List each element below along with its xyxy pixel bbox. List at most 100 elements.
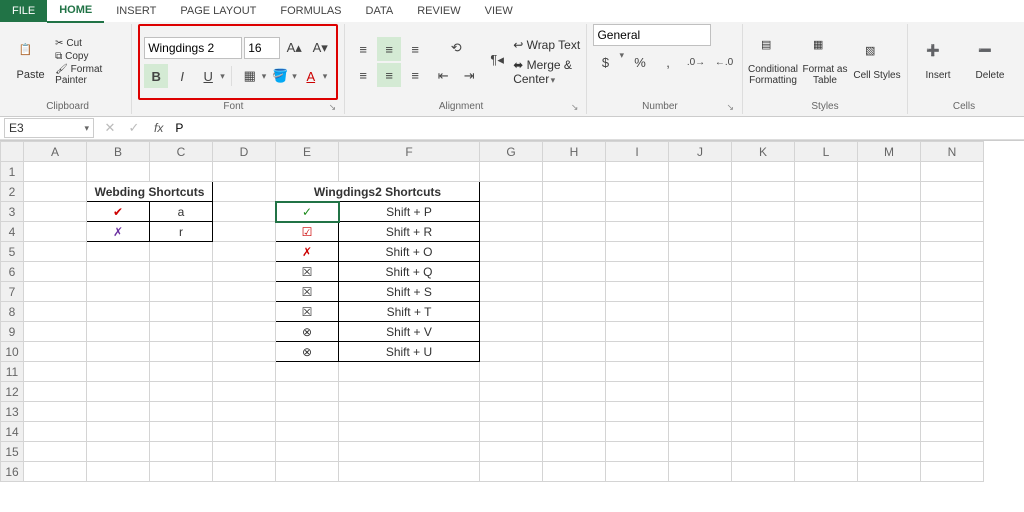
format-painter-button[interactable]: 🖌 Format Painter — [55, 64, 125, 86]
formula-input[interactable] — [171, 119, 1024, 137]
increase-indent-icon[interactable]: ⇥ — [457, 64, 481, 88]
cell-grid[interactable]: A B C D E F G H I J K L M N 1 2 Webding … — [0, 141, 984, 482]
italic-button[interactable]: I — [170, 64, 194, 88]
row-header[interactable]: 5 — [1, 242, 24, 262]
tab-view[interactable]: VIEW — [473, 0, 525, 22]
row-header[interactable]: 8 — [1, 302, 24, 322]
row-header[interactable]: 9 — [1, 322, 24, 342]
table-cell[interactable]: Shift + T — [339, 302, 480, 322]
tab-formulas[interactable]: FORMULAS — [268, 0, 353, 22]
tab-review[interactable]: REVIEW — [405, 0, 472, 22]
fx-icon[interactable]: fx — [154, 121, 163, 135]
insert-cells-button[interactable]: ➕Insert — [914, 32, 962, 92]
row-header[interactable]: 4 — [1, 222, 24, 242]
table-cell[interactable]: ✗ — [276, 242, 339, 262]
copy-button[interactable]: ⧉ Copy — [55, 51, 125, 62]
chevron-down-icon[interactable]: ▾ — [84, 123, 89, 134]
select-all-corner[interactable] — [1, 142, 24, 162]
table-cell[interactable]: ☑ — [276, 222, 339, 242]
font-name-combo[interactable] — [144, 37, 242, 59]
row-header[interactable]: 10 — [1, 342, 24, 362]
align-middle-icon[interactable]: ≡ — [377, 37, 401, 61]
table-cell[interactable]: Shift + U — [339, 342, 480, 362]
col-header[interactable]: B — [87, 142, 150, 162]
webding-header[interactable]: Webding Shortcuts — [87, 182, 213, 202]
align-bottom-icon[interactable]: ≡ — [403, 37, 427, 61]
col-header[interactable]: F — [339, 142, 480, 162]
table-cell[interactable]: r — [150, 222, 213, 242]
align-left-icon[interactable]: ≡ — [351, 63, 375, 87]
col-header[interactable]: J — [669, 142, 732, 162]
table-cell[interactable]: ⊗ — [276, 342, 339, 362]
wrap-text-button[interactable]: ↩ Wrap Text — [513, 38, 580, 52]
decrease-font-icon[interactable]: A▾ — [308, 36, 332, 60]
row-header[interactable]: 2 — [1, 182, 24, 202]
row-header[interactable]: 3 — [1, 202, 24, 222]
cell-styles-button[interactable]: ▧Cell Styles — [853, 32, 901, 92]
col-header[interactable]: A — [24, 142, 87, 162]
table-cell[interactable]: ☒ — [276, 262, 339, 282]
merge-center-button[interactable]: ⬌ Merge & Center ▾ — [513, 58, 580, 86]
row-header[interactable]: 6 — [1, 262, 24, 282]
wingdings-header[interactable]: Wingdings2 Shortcuts — [276, 182, 480, 202]
table-cell[interactable]: ✗ — [87, 222, 150, 242]
tab-home[interactable]: HOME — [47, 0, 104, 23]
chevron-down-icon[interactable]: ▾ — [292, 71, 297, 82]
increase-font-icon[interactable]: A▴ — [282, 36, 306, 60]
tab-file[interactable]: FILE — [0, 0, 47, 22]
cut-button[interactable]: ✂ Cut — [55, 38, 125, 49]
row-header[interactable]: 12 — [1, 382, 24, 402]
conditional-formatting-button[interactable]: ▤Conditional Formatting — [749, 32, 797, 92]
align-center-icon[interactable]: ≡ — [377, 63, 401, 87]
table-cell[interactable]: Shift + O — [339, 242, 480, 262]
table-cell[interactable]: ☒ — [276, 302, 339, 322]
table-cell[interactable]: a — [150, 202, 213, 222]
col-header[interactable]: E — [276, 142, 339, 162]
format-as-table-button[interactable]: ▦Format as Table — [801, 32, 849, 92]
bold-button[interactable]: B — [144, 64, 168, 88]
tab-page-layout[interactable]: PAGE LAYOUT — [168, 0, 268, 22]
paste-button[interactable]: 📋 Paste — [10, 32, 51, 92]
number-dialog-launcher[interactable]: ↘ — [726, 100, 734, 114]
selected-cell[interactable]: ✓ — [276, 202, 339, 222]
row-header[interactable]: 1 — [1, 162, 24, 182]
chevron-down-icon[interactable]: ▾ — [323, 71, 328, 82]
chevron-down-icon[interactable]: ▾ — [262, 71, 267, 82]
row-header[interactable]: 13 — [1, 402, 24, 422]
row-header[interactable]: 16 — [1, 462, 24, 482]
worksheet[interactable]: A B C D E F G H I J K L M N 1 2 Webding … — [0, 140, 1024, 512]
decrease-indent-icon[interactable]: ⇤ — [431, 64, 455, 88]
increase-decimal-icon[interactable]: .0→ — [684, 50, 708, 74]
chevron-down-icon[interactable]: ▾ — [551, 75, 556, 85]
row-header[interactable]: 14 — [1, 422, 24, 442]
percent-button[interactable]: % — [628, 50, 652, 74]
row-header[interactable]: 7 — [1, 282, 24, 302]
rtl-icon[interactable]: ¶◂ — [485, 48, 509, 72]
font-color-button[interactable]: A — [299, 64, 323, 88]
table-cell[interactable]: Shift + S — [339, 282, 480, 302]
comma-button[interactable]: , — [656, 50, 680, 74]
col-header[interactable]: K — [732, 142, 795, 162]
orientation-button[interactable]: ⟲ — [431, 36, 481, 60]
currency-button[interactable]: $ — [593, 50, 617, 74]
row-header[interactable]: 15 — [1, 442, 24, 462]
table-cell[interactable]: Shift + Q — [339, 262, 480, 282]
tab-data[interactable]: DATA — [354, 0, 406, 22]
table-cell[interactable]: Shift + R — [339, 222, 480, 242]
col-header[interactable]: I — [606, 142, 669, 162]
font-dialog-launcher[interactable]: ↘ — [329, 100, 337, 114]
number-format-combo[interactable] — [593, 24, 711, 46]
table-cell[interactable]: ☒ — [276, 282, 339, 302]
table-cell[interactable]: ✔ — [87, 202, 150, 222]
col-header[interactable]: N — [921, 142, 984, 162]
tab-insert[interactable]: INSERT — [104, 0, 168, 22]
row-header[interactable]: 11 — [1, 362, 24, 382]
align-right-icon[interactable]: ≡ — [403, 63, 427, 87]
name-box[interactable]: E3▾ — [4, 118, 94, 138]
col-header[interactable]: D — [213, 142, 276, 162]
fill-color-button[interactable]: 🪣 — [268, 64, 292, 88]
table-cell[interactable]: Shift + V — [339, 322, 480, 342]
col-header[interactable]: M — [858, 142, 921, 162]
borders-button[interactable]: ▦ — [238, 64, 262, 88]
underline-button[interactable]: U — [196, 64, 220, 88]
